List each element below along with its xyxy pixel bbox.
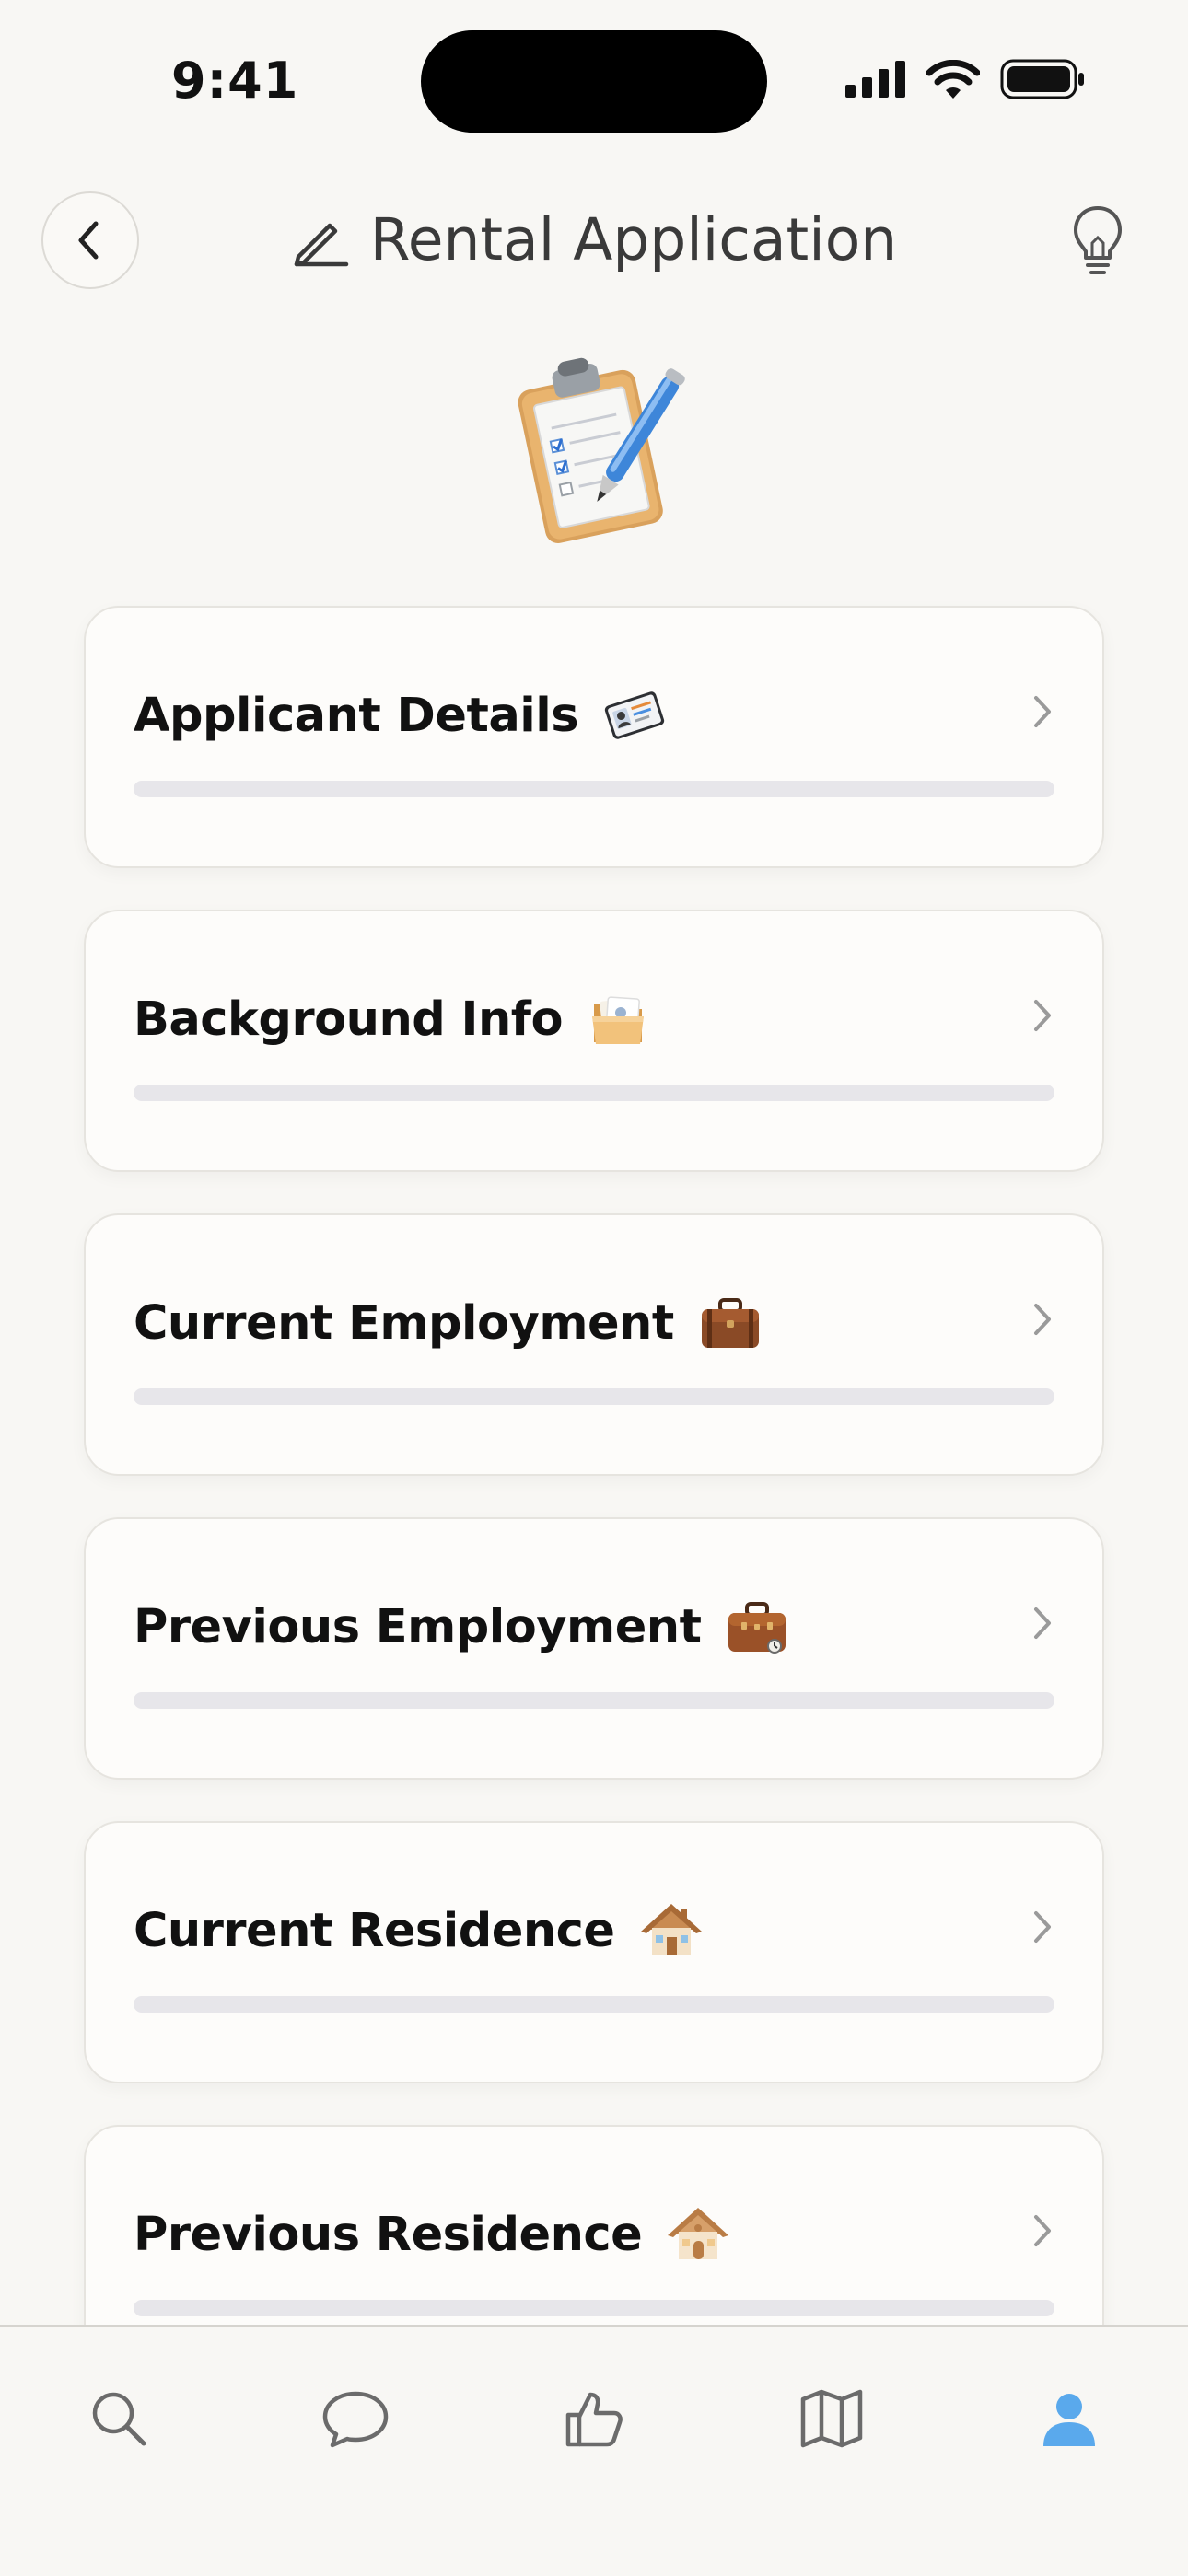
map-icon bbox=[800, 2389, 863, 2448]
briefcase-icon bbox=[701, 1298, 759, 1348]
section-card-applicant-details[interactable]: Applicant Details bbox=[84, 606, 1104, 868]
wifi-icon bbox=[926, 60, 980, 99]
section-card-current-residence[interactable]: Current Residence bbox=[84, 1821, 1104, 2083]
chevron-right-icon bbox=[1034, 1000, 1051, 1031]
section-title: Previous Employment bbox=[134, 1599, 702, 1654]
status-time: 9:41 bbox=[171, 52, 299, 110]
section-progress-bar bbox=[134, 781, 1054, 797]
section-progress-bar bbox=[134, 2300, 1054, 2316]
tips-button[interactable] bbox=[1072, 204, 1124, 278]
section-title: Current Residence bbox=[134, 1903, 615, 1958]
pencil-icon bbox=[294, 223, 348, 266]
section-title: Previous Residence bbox=[134, 2207, 643, 2262]
briefcase-icon bbox=[728, 1602, 786, 1654]
dynamic-island bbox=[421, 30, 767, 133]
section-title: Applicant Details bbox=[134, 688, 579, 743]
chevron-right-icon bbox=[1034, 2215, 1051, 2246]
chevron-right-icon bbox=[1034, 1607, 1051, 1639]
section-progress-bar bbox=[134, 1388, 1054, 1405]
tab-recommendations[interactable] bbox=[539, 2363, 649, 2474]
nav-bar: Rental Application bbox=[0, 184, 1188, 304]
tab-profile[interactable] bbox=[1014, 2363, 1124, 2474]
cellular-signal-icon bbox=[845, 61, 905, 98]
chat-icon bbox=[322, 2391, 389, 2448]
house-icon bbox=[640, 1904, 702, 1955]
status-icons bbox=[845, 59, 1085, 99]
section-card-previous-employment[interactable]: Previous Employment bbox=[84, 1517, 1104, 1780]
chevron-right-icon bbox=[1034, 696, 1051, 727]
profile-icon bbox=[1043, 2394, 1095, 2446]
folder-icon bbox=[592, 996, 645, 1044]
chevron-right-icon bbox=[1034, 1911, 1051, 1943]
clipboard-illustration bbox=[502, 341, 686, 552]
lightbulb-icon bbox=[1074, 206, 1122, 274]
status-bar: 9:41 bbox=[0, 0, 1188, 157]
section-progress-bar bbox=[134, 1996, 1054, 2013]
battery-icon bbox=[1000, 59, 1084, 99]
section-progress-bar bbox=[134, 1085, 1054, 1101]
page-title-group: Rental Application bbox=[0, 206, 1188, 273]
section-progress-bar bbox=[134, 1692, 1054, 1709]
section-card-current-employment[interactable]: Current Employment bbox=[84, 1213, 1104, 1476]
tab-search[interactable] bbox=[64, 2363, 174, 2474]
tab-map[interactable] bbox=[776, 2363, 887, 2474]
chevron-right-icon bbox=[1034, 1304, 1051, 1335]
page-title: Rental Application bbox=[369, 206, 898, 273]
section-title: Background Info bbox=[134, 992, 564, 1047]
thumbs-up-icon bbox=[565, 2392, 623, 2447]
house-icon bbox=[668, 2208, 729, 2259]
section-card-background-info[interactable]: Background Info bbox=[84, 910, 1104, 1172]
clipboard-icon bbox=[518, 357, 685, 543]
tab-messages[interactable] bbox=[300, 2363, 411, 2474]
section-title: Current Employment bbox=[134, 1295, 674, 1351]
search-icon bbox=[92, 2392, 146, 2446]
tab-bar bbox=[0, 2325, 1188, 2576]
id-card-icon bbox=[604, 691, 665, 739]
